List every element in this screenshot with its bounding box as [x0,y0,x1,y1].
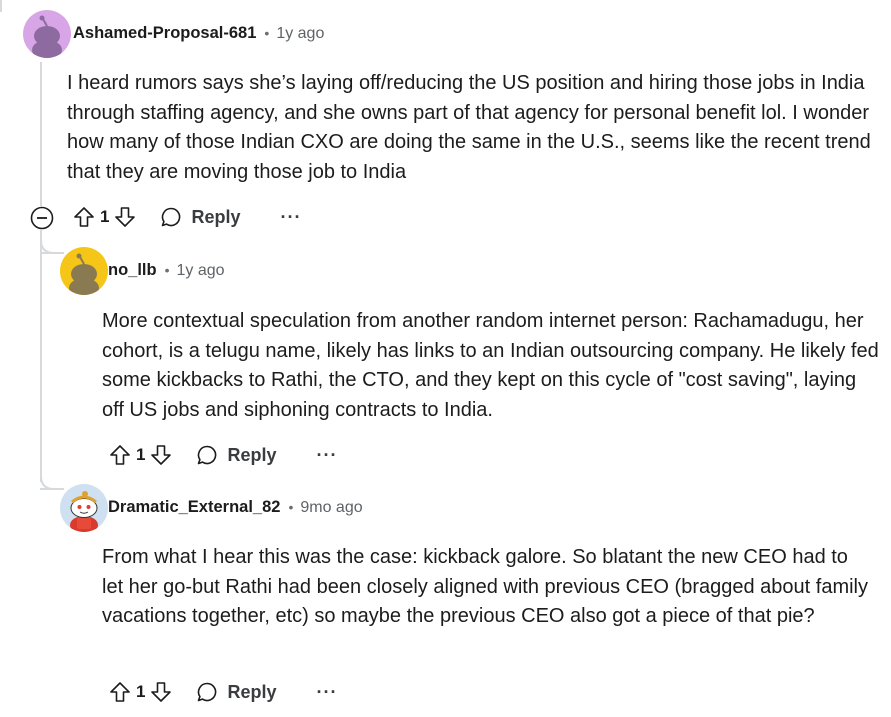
author-name[interactable]: no_llb [108,261,157,280]
snoo-avatar-icon [69,253,99,295]
downvote-icon[interactable] [149,680,173,704]
author-name[interactable]: Dramatic_External_82 [108,498,280,517]
avatar[interactable] [60,484,108,532]
comment-timestamp[interactable]: 1y ago [177,262,225,280]
comment-body: More contextual speculation from another… [102,310,879,422]
more-options-button[interactable]: ··· [317,683,338,701]
reply-button[interactable]: Reply [195,680,277,704]
more-options-button[interactable]: ··· [317,446,338,464]
avatar[interactable] [23,10,71,58]
author-name[interactable]: Ashamed-Proposal-681 [73,24,256,43]
collapse-thread-icon[interactable] [30,206,54,230]
separator-dot: • [288,499,294,515]
separator-dot: • [264,25,270,41]
comment-bubble-icon [162,207,181,227]
reply-button[interactable]: Reply [195,443,277,467]
comment-bubble-icon [198,682,217,702]
comment-body: From what I hear this was the case: kick… [102,546,868,628]
reply-button[interactable]: Reply [159,205,241,229]
comment-meta: no_llb • 1y ago [108,261,225,280]
thread-curve-1 [40,230,64,254]
more-options-button[interactable]: ··· [281,208,302,226]
comment-bubble-icon [198,445,217,465]
reply-label: Reply [227,444,277,465]
snoo-avatar-icon [32,15,62,58]
upvote-icon[interactable] [108,443,132,467]
separator-dot: • [164,262,170,278]
thread-line-top [0,0,2,12]
vote-count: 1 [136,445,146,464]
downvote-icon[interactable] [149,443,173,467]
comment-actions: 1 Reply ··· [108,677,337,707]
comment-timestamp[interactable]: 9mo ago [300,499,362,517]
comment-timestamp[interactable]: 1y ago [276,25,324,43]
comment-actions: 1 Reply ··· [108,440,337,470]
upvote-icon[interactable] [72,205,96,229]
upvote-icon[interactable] [108,680,132,704]
thread-line-main[interactable] [40,62,42,206]
downvote-icon[interactable] [113,205,137,229]
comment-actions: 1 Reply ··· [72,202,301,232]
reply-label: Reply [191,206,241,227]
comment-meta: Ashamed-Proposal-681 • 1y ago [73,24,324,43]
reply-label: Reply [227,681,277,702]
comment-body: I heard rumors says she’s laying off/red… [67,72,871,184]
snoo-avatar-icon [70,491,98,532]
vote-count: 1 [100,207,110,226]
vote-count: 1 [136,682,146,701]
avatar[interactable] [60,247,108,295]
thread-curve [40,466,64,490]
comment-meta: Dramatic_External_82 • 9mo ago [108,498,363,517]
thread-line-child[interactable] [40,232,42,482]
